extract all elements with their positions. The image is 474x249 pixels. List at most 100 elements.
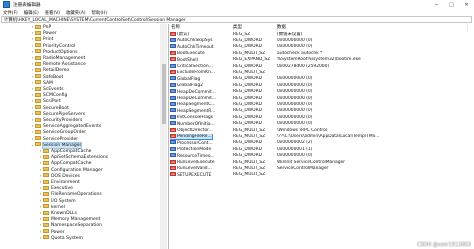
folder-icon — [35, 67, 41, 72]
binary-value-icon: 01 — [170, 140, 176, 145]
folder-icon — [43, 229, 49, 234]
binary-value-icon: 01 — [170, 37, 176, 42]
folder-icon — [43, 179, 49, 184]
value-row[interactable]: ab SETUPEXECUTE REG_MULTI_SZ — [170, 172, 474, 178]
value-name: ProcessorCont... — [177, 140, 213, 146]
folder-icon — [35, 43, 41, 48]
value-name: BootExecute — [177, 51, 205, 57]
folder-icon — [35, 24, 41, 29]
binary-value-icon: 01 — [170, 63, 176, 68]
folder-icon — [43, 204, 49, 209]
value-name: RunLevelExecute — [177, 160, 215, 165]
binary-value-icon: 01 — [170, 114, 176, 119]
string-value-icon: ab — [170, 57, 176, 62]
value-name: PendingFileRe... — [177, 134, 212, 140]
folder-icon — [35, 142, 41, 147]
folder-icon — [35, 105, 41, 110]
menu-bar: 文件(F) 编辑(E) 查看(V) 收藏夹(A) 帮助(H) — [0, 9, 474, 16]
folder-icon — [43, 185, 49, 190]
regedit-window: 注册表编辑器 ─ □ ✕ 文件(F) 编辑(E) 查看(V) 收藏夹(A) 帮助… — [0, 0, 474, 249]
string-value-icon: ab — [170, 69, 176, 74]
binary-value-icon: 01 — [170, 153, 176, 158]
window-controls: ─ □ ✕ — [429, 0, 474, 9]
close-button[interactable]: ✕ — [459, 0, 474, 9]
folder-icon — [35, 49, 41, 54]
folder-icon — [43, 191, 49, 196]
regedit-app-icon — [3, 1, 10, 8]
string-value-icon: ab — [170, 159, 176, 164]
binary-value-icon: 01 — [170, 108, 176, 113]
title-bar: 注册表编辑器 ─ □ ✕ — [0, 0, 474, 9]
value-name: SETUPEXECUTE — [177, 172, 212, 178]
tree-item-label: Quota System — [51, 235, 83, 241]
binary-value-icon: 01 — [170, 82, 176, 87]
folder-icon — [35, 80, 41, 85]
folder-icon — [43, 148, 49, 153]
value-name: HeapDeCommit... — [177, 96, 216, 101]
value-name: GlobalFlag — [177, 76, 201, 82]
value-name: (默认) — [177, 32, 190, 37]
maximize-button[interactable]: □ — [444, 0, 459, 9]
folder-icon — [35, 92, 41, 97]
value-name: InitConsoleFlags — [177, 115, 213, 121]
folder-icon — [35, 111, 41, 116]
string-value-icon: ab — [170, 172, 176, 177]
column-name-header[interactable]: 名称 — [170, 24, 234, 31]
folder-icon — [35, 136, 41, 141]
address-bar[interactable]: 计算机\HKEY_LOCAL_MACHINE\SYSTEM\CurrentCon… — [1, 16, 472, 23]
values-pane[interactable]: 名称 类型 数据 ab (默认) REG_SZ (数值未设置) 01 AutoChkSki… — [170, 24, 474, 249]
folder-icon — [35, 55, 41, 60]
value-name: HeapSegmentR... — [177, 108, 216, 114]
menu-help[interactable]: 帮助(H) — [89, 10, 111, 16]
folder-icon — [43, 210, 49, 215]
folder-icon — [43, 235, 49, 240]
folder-icon — [43, 216, 49, 221]
folder-icon — [35, 123, 41, 128]
menu-favorites[interactable]: 收藏夹(A) — [63, 10, 89, 16]
folder-icon — [43, 160, 49, 165]
minimize-button[interactable]: ─ — [429, 0, 444, 9]
folder-icon — [35, 61, 41, 66]
value-name: HeapSegmentC... — [177, 102, 216, 108]
folder-icon — [35, 117, 41, 122]
folder-icon — [35, 98, 41, 103]
column-type-header[interactable]: 类型 — [232, 24, 278, 31]
value-name: NumberOfInitia... — [177, 121, 215, 127]
value-name: GlobalFlag2 — [177, 83, 204, 89]
value-name: AutoChkSkipSys — [177, 38, 213, 44]
key-tree-pane[interactable]: › PnP › Power › Print › PriorityControl › Product… — [0, 24, 169, 249]
folder-icon — [35, 30, 41, 35]
folder-icon — [43, 154, 49, 159]
folder-icon — [35, 36, 41, 41]
value-name: ProtectionMode — [177, 147, 212, 153]
tree-scrollbar-thumb[interactable] — [161, 64, 166, 124]
column-data-header[interactable]: 数据 — [276, 24, 468, 31]
menu-edit[interactable]: 编辑(E) — [21, 10, 42, 16]
folder-icon — [35, 129, 41, 134]
folder-icon — [35, 74, 41, 79]
folder-icon — [35, 86, 41, 91]
value-name: AutoChkTimeout — [177, 44, 214, 50]
binary-value-icon: 01 — [170, 121, 176, 126]
string-value-icon: ab — [170, 165, 176, 170]
folder-icon — [43, 167, 49, 172]
folder-icon — [43, 198, 49, 203]
menu-view[interactable]: 查看(V) — [42, 10, 63, 16]
string-value-icon: ab — [170, 127, 176, 132]
tree-scrollbar[interactable] — [160, 24, 167, 249]
value-name: HeapDeCommit... — [177, 89, 216, 95]
binary-value-icon: 01 — [170, 89, 176, 94]
value-type: REG_MULTI_SZ — [233, 172, 266, 178]
watermark: CSDN @user1913853 — [416, 242, 471, 248]
binary-value-icon: 01 — [170, 76, 176, 81]
window-title: 注册表编辑器 — [13, 2, 41, 8]
menu-file[interactable]: 文件(F) — [0, 10, 21, 16]
binary-value-icon: 01 — [170, 101, 176, 106]
value-name: BootShell — [177, 57, 198, 63]
tree-item[interactable]: › Quota System — [38, 235, 83, 241]
folder-icon — [43, 173, 49, 178]
values-header: 名称 类型 数据 — [170, 24, 474, 31]
binary-value-icon: 01 — [170, 146, 176, 151]
value-name: ResourceTimeo... — [177, 153, 215, 159]
binary-value-icon: 01 — [170, 95, 176, 100]
